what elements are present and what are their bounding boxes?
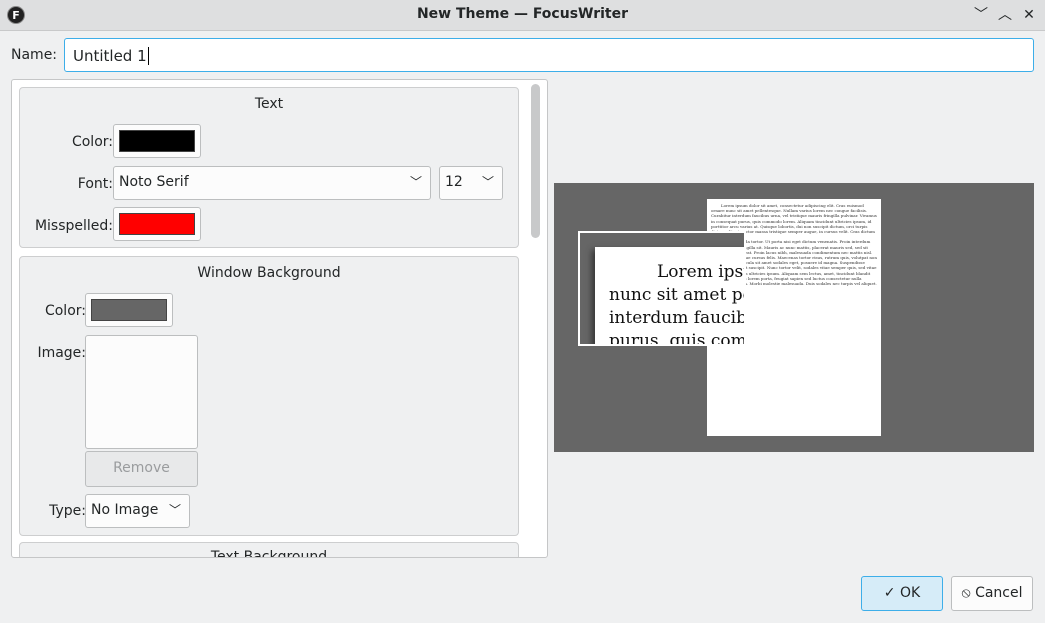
close-icon[interactable]: ✕: [1018, 4, 1040, 26]
window-background-group: Window Background Color: Image: Remove T…: [19, 256, 519, 536]
cancel-icon: ⦸: [961, 585, 971, 601]
type-label: Type:: [49, 503, 86, 519]
bg-color-button[interactable]: [85, 293, 173, 327]
misspelled-color-button[interactable]: [113, 207, 201, 241]
bg-color-label: Color:: [44, 303, 86, 319]
chevron-down-icon: ﹀: [168, 503, 181, 517]
ok-label: OK: [899, 585, 921, 601]
font-combo[interactable]: Noto Serif ﹀: [113, 166, 431, 200]
name-input[interactable]: Untitled 1: [64, 38, 1034, 72]
text-group: Text Color: Font: Noto Serif ﹀ 12 ﹀ Misspe…: [19, 87, 519, 248]
cancel-button[interactable]: ⦸ Cancel: [951, 576, 1033, 611]
settings-scroll-area: Text Color: Font: Noto Serif ﹀ 12 ﹀ Misspe…: [11, 79, 548, 558]
preview-large-line: purus, quis comm: [609, 331, 746, 346]
text-background-title: Text Background: [210, 549, 328, 558]
window-title: New Theme — FocusWriter: [416, 6, 629, 22]
name-label: Name:: [11, 47, 58, 63]
image-button[interactable]: [85, 335, 198, 449]
preview-large-line: interdum faucibu: [609, 308, 746, 328]
bg-color-swatch: [91, 299, 167, 321]
misspelled-color-swatch: [119, 213, 195, 235]
misspelled-label: Misspelled:: [34, 218, 113, 234]
text-color-button[interactable]: [113, 124, 201, 158]
maximize-icon[interactable]: ︿: [994, 4, 1016, 26]
name-value: Untitled 1: [73, 47, 147, 65]
font-size-value: 12: [445, 174, 463, 190]
text-background-group: Text Background: [19, 542, 519, 558]
cancel-label: Cancel: [975, 585, 1023, 601]
font-label: Font:: [77, 176, 113, 192]
check-icon: ✓: [883, 585, 896, 601]
text-color-swatch: [119, 130, 195, 152]
text-color-label: Color:: [71, 134, 113, 150]
image-type-value: No Image: [91, 502, 159, 518]
ok-button[interactable]: ✓ OK: [861, 576, 943, 611]
scrollbar-thumb[interactable]: [531, 84, 540, 238]
image-label: Image:: [37, 345, 86, 361]
chevron-down-icon: ﹀: [481, 175, 494, 189]
preview-magnifier: Lorem ipsu nunc sit amet pell interdum f…: [578, 231, 746, 346]
font-value: Noto Serif: [119, 174, 189, 190]
minimize-icon[interactable]: ﹀: [970, 4, 992, 26]
preview-large-line: nunc sit amet pell: [609, 285, 744, 305]
preview-large-line: Lorem ipsu: [657, 262, 746, 282]
theme-preview: Lorem ipsum dolor sit amet, consectetur …: [554, 183, 1034, 452]
text-group-title: Text: [254, 96, 284, 112]
font-size-combo[interactable]: 12 ﹀: [439, 166, 503, 200]
image-type-combo[interactable]: No Image ﹀: [85, 494, 190, 528]
window-background-title: Window Background: [197, 265, 341, 281]
remove-image-button[interactable]: Remove: [85, 451, 198, 487]
chevron-down-icon: ﹀: [409, 175, 422, 189]
